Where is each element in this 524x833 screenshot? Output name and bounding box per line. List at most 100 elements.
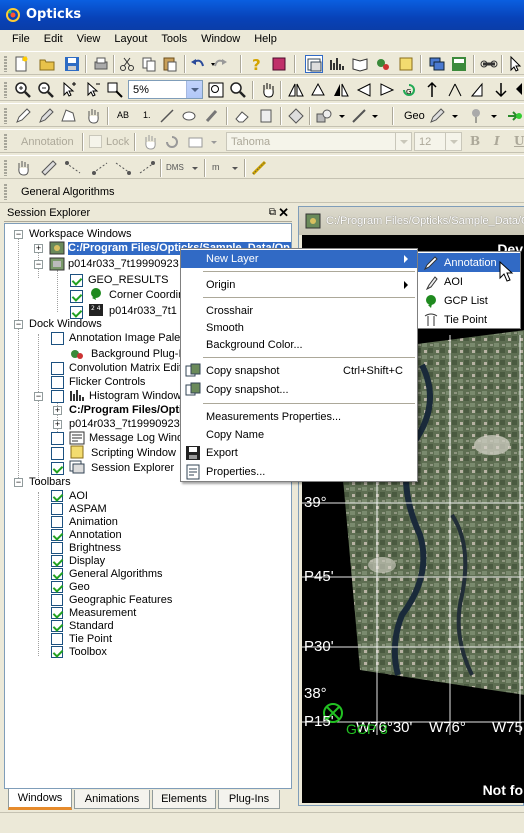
message-log-checkbox[interactable] [51,432,64,445]
toolbar-visibility-checkbox[interactable] [51,529,63,541]
pointer-minus-icon[interactable] [84,81,102,99]
geo-results-checkbox[interactable] [70,274,83,287]
save-icon[interactable] [63,55,81,73]
measure-tool-icon[interactable] [40,159,58,177]
toolbar-visibility-checkbox[interactable] [51,594,63,606]
fill-icon[interactable] [257,107,275,125]
measure-distance-icon[interactable] [64,159,82,177]
paste-icon[interactable] [161,55,179,73]
toolbar-visibility-checkbox[interactable] [51,568,63,580]
italic-icon[interactable]: I [494,134,500,148]
menu-tools[interactable]: Tools [154,30,194,50]
toolbar-visibility-checkbox[interactable] [51,581,63,593]
rectangle-icon[interactable] [187,133,205,151]
rotate-left-icon[interactable] [309,81,327,99]
windows-cascade-icon[interactable] [428,55,446,73]
zoom-in-icon[interactable] [14,81,32,99]
pan-hand-icon[interactable] [259,81,277,99]
collapse-icon[interactable]: − [14,478,23,487]
bold-icon[interactable]: B [470,134,480,148]
m-label[interactable]: m [212,162,220,172]
menu-item-new-layer[interactable]: New Layer [181,250,417,268]
zoom-out-icon[interactable] [37,81,55,99]
print-icon[interactable] [92,55,110,73]
toolbar-grip[interactable] [4,107,7,124]
sun-azimuth-icon[interactable] [446,81,464,99]
menu-item-background-color[interactable]: Background Color... [181,336,417,354]
scripting-window-checkbox[interactable] [51,447,64,460]
toolbar-visibility-checkbox[interactable] [51,620,63,632]
tab-animations[interactable]: Animations [74,790,150,809]
windows-tile-icon[interactable] [450,55,468,73]
toolbar-visibility-checkbox[interactable] [51,516,63,528]
image-window-titlebar[interactable]: C:/Program Files/Opticks/Sample_Data/Op [299,207,524,235]
reset-view-icon[interactable] [492,81,510,99]
script-scroll-icon[interactable] [397,55,415,73]
geo-dropdown-icon[interactable] [446,107,464,125]
measurement-properties-icon[interactable] [250,159,268,177]
underline-icon[interactable]: U [514,134,524,148]
menu-window[interactable]: Window [194,30,247,50]
menu-view[interactable]: View [70,30,108,50]
session-explorer-checkbox[interactable] [51,462,64,475]
text-ab-label[interactable]: AB [117,110,129,120]
open-folder-icon[interactable] [38,55,56,73]
menu-item-copy-name[interactable]: Copy Name [181,426,417,444]
font-name-combo[interactable]: Tahoma [226,132,412,151]
toolbar-visibility-checkbox[interactable] [51,503,63,515]
close-icon[interactable]: ✕ [278,205,289,221]
measure-angle-icon[interactable] [138,159,156,177]
book-icon[interactable] [270,55,288,73]
flicker-controls-checkbox[interactable] [51,376,64,389]
toolbar-visibility-checkbox[interactable] [51,646,63,658]
undo-icon[interactable] [189,55,207,73]
north-up-icon[interactable] [423,81,441,99]
more-tools-icon[interactable] [514,81,524,99]
tab-elements[interactable]: Elements [152,790,216,809]
dms-dropdown-icon[interactable] [186,159,204,177]
menu-item-crosshair[interactable]: Crosshair [181,302,417,320]
lock-checkbox[interactable] [89,135,102,148]
session-explorer-toggle-icon[interactable] [305,55,323,73]
geo-pin-icon[interactable] [468,107,486,125]
cut-icon[interactable] [118,55,136,73]
geo-pin-dropdown-icon[interactable] [485,107,503,125]
toolbar-visibility-checkbox[interactable] [51,555,63,567]
expand-icon[interactable]: + [53,420,62,429]
menu-file[interactable]: File [0,30,37,50]
menu-item-properties[interactable]: Properties... [181,463,417,481]
arrow-line-icon[interactable] [158,107,176,125]
zoom-magnify-icon[interactable] [229,81,247,99]
zoom-fit-icon[interactable] [207,81,225,99]
hand-tool-icon[interactable] [14,159,32,177]
link-icon[interactable] [480,55,498,73]
menu-item-origin[interactable]: Origin [181,276,417,294]
menu-item-copy-snapshot-dialog[interactable]: Copy snapshot... [181,381,417,399]
submenu-item-gcp-list[interactable]: GCP List [418,291,520,310]
toolbar-visibility-checkbox[interactable] [51,490,63,502]
shapes-dropdown-icon[interactable] [333,107,351,125]
shear-icon[interactable] [469,81,487,99]
collapse-icon[interactable]: − [14,230,23,239]
submenu-item-tie-point[interactable]: Tie Point [418,310,520,329]
convolution-matrix-checkbox[interactable] [51,362,64,375]
brush-icon[interactable] [203,107,221,125]
zoom-point-icon[interactable] [60,81,78,99]
flip-icon[interactable] [287,81,305,99]
geo-pencil-icon[interactable] [428,107,446,125]
hand-select-icon[interactable] [84,107,102,125]
tab-windows[interactable]: Windows [8,789,72,810]
menu-item-smooth[interactable]: Smooth [181,319,417,337]
toolbar-visibility-checkbox[interactable] [51,607,63,619]
layer-icon[interactable] [287,107,305,125]
chevron-down-icon[interactable] [186,81,202,98]
menu-item-copy-snapshot[interactable]: Copy snapshot Ctrl+Shift+C [181,362,417,380]
expand-icon[interactable]: + [53,406,62,415]
flip-horizontal-icon[interactable] [332,81,350,99]
tab-plugins[interactable]: Plug-Ins [218,790,280,809]
numbered-label[interactable]: 1. [143,110,151,120]
geo-arrow-icon[interactable] [505,107,523,125]
toolbar-visibility-checkbox[interactable] [51,542,63,554]
arrow-pointer-icon[interactable] [506,55,524,73]
chevron-down-icon[interactable] [445,133,461,150]
